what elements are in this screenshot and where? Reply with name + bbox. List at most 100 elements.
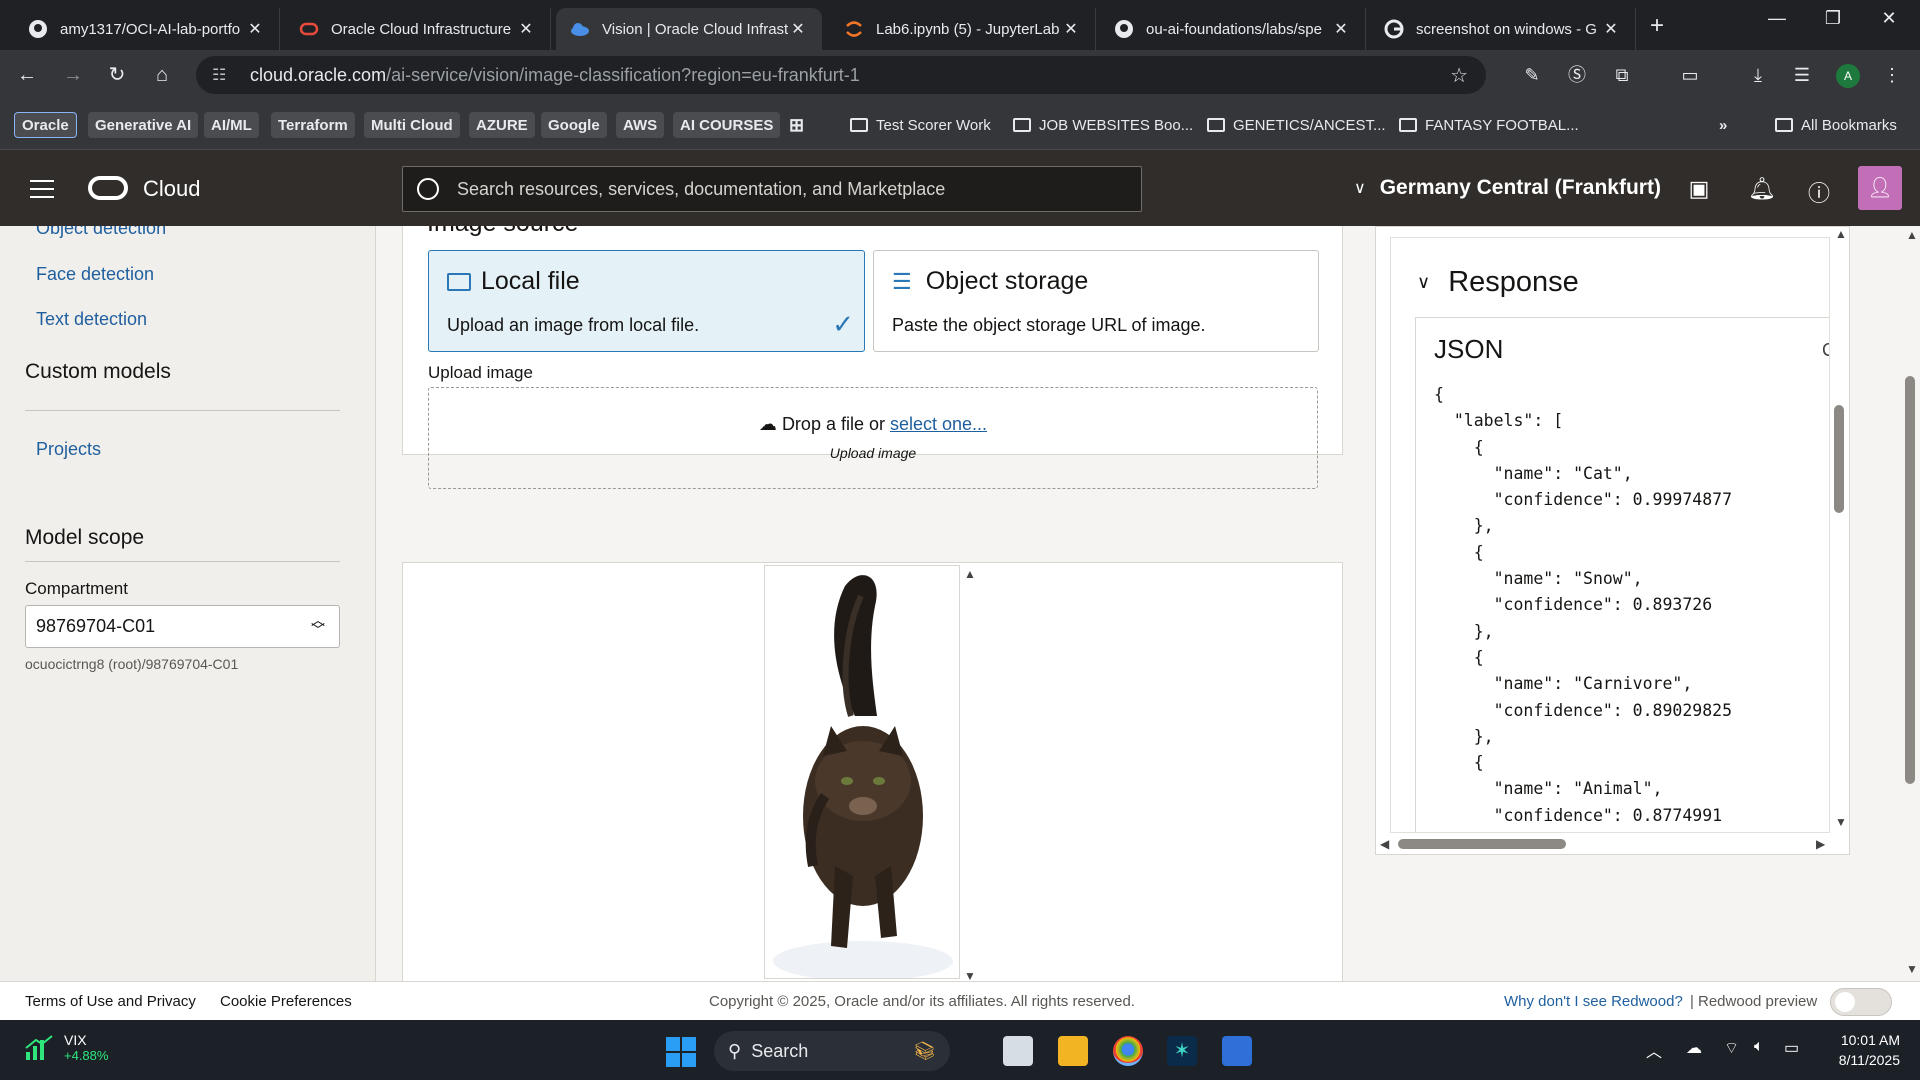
notepad-taskbar-icon[interactable] xyxy=(1222,1036,1252,1066)
app-taskbar-icon[interactable]: ✶ xyxy=(1167,1036,1197,1066)
bookmark-ai-ml[interactable]: AI/ML xyxy=(204,112,259,138)
scroll-up-arrow-icon[interactable]: ▲ xyxy=(1835,227,1847,241)
page-scroll-up-icon[interactable]: ▲ xyxy=(1906,228,1918,242)
browser-tab[interactable]: Lab6.ipynb (5) - JupyterLab ✕ xyxy=(830,8,1096,50)
menu-kebab-icon[interactable]: ⋮ xyxy=(1880,63,1904,87)
taskbar-clock[interactable]: 10:01 AM 8/11/2025 xyxy=(1822,1030,1900,1070)
extensions-puzzle-icon[interactable]: ⧉ xyxy=(1610,63,1634,87)
bookmark-aws[interactable]: AWS xyxy=(616,112,665,138)
bookmark-oracle[interactable]: Oracle xyxy=(14,112,77,138)
back-icon[interactable]: ← xyxy=(14,62,40,88)
oracle-logo-icon[interactable] xyxy=(88,176,128,200)
apps-grid-icon[interactable]: ⊞ xyxy=(782,112,811,138)
sidebar-link-object-detection[interactable]: Object detection xyxy=(36,226,166,239)
page-scrollbar[interactable] xyxy=(1905,376,1915,784)
browser-tab-active[interactable]: Vision | Oracle Cloud Infrast ✕ xyxy=(556,8,822,50)
cast-icon[interactable]: ▭ xyxy=(1678,63,1702,87)
close-icon[interactable]: ✕ xyxy=(1331,19,1351,39)
bookmark-star-icon[interactable]: ☆ xyxy=(1450,63,1468,88)
browser-tab[interactable]: ou-ai-foundations/labs/spe ✕ xyxy=(1100,8,1366,50)
select-file-link[interactable]: select one... xyxy=(890,414,987,434)
battery-icon[interactable]: ▭ xyxy=(1784,1038,1799,1058)
bookmark-ai-courses[interactable]: AI COURSES xyxy=(673,112,781,138)
windows-start-icon[interactable] xyxy=(666,1037,696,1067)
volume-icon[interactable]: 🔈︎ xyxy=(1754,1038,1764,1056)
task-view-icon[interactable] xyxy=(1003,1036,1033,1066)
scroll-left-arrow-icon[interactable]: ◀ xyxy=(1380,837,1389,851)
scroll-down-arrow-icon[interactable]: ▼ xyxy=(1835,815,1847,829)
stock-widget[interactable]: VIX +4.88% xyxy=(64,1032,108,1063)
terms-link[interactable]: Terms of Use and Privacy xyxy=(25,993,196,1010)
local-file-option[interactable]: Local file Upload an image from local fi… xyxy=(428,250,865,352)
bookmarks-overflow-icon[interactable]: » xyxy=(1712,112,1734,138)
media-queue-icon[interactable]: ☰ xyxy=(1790,63,1814,87)
wifi-icon[interactable]: ⌔ xyxy=(1724,1038,1739,1058)
scroll-up-arrow-icon[interactable]: ▲ xyxy=(964,567,976,581)
site-settings-icon[interactable]: ☷ xyxy=(212,65,236,85)
address-bar[interactable]: ☷ cloud.oracle.com/ai-service/vision/ima… xyxy=(196,56,1486,94)
download-icon[interactable]: ⤓ xyxy=(1746,63,1770,87)
bookmark-folder[interactable]: JOB WEBSITES Boo... xyxy=(1006,112,1200,138)
horizontal-scrollbar[interactable] xyxy=(1398,839,1566,849)
oracle-icon xyxy=(299,19,319,39)
redwood-preview-toggle[interactable] xyxy=(1830,988,1892,1016)
help-icon[interactable]: ⓘ xyxy=(1806,176,1832,208)
copy-icon[interactable]: C xyxy=(1822,340,1829,361)
close-icon[interactable]: ✕ xyxy=(788,19,808,39)
browser-tab[interactable]: Oracle Cloud Infrastructure ✕ xyxy=(285,8,551,50)
cookie-preferences-link[interactable]: Cookie Preferences xyxy=(220,993,352,1010)
vertical-scrollbar[interactable] xyxy=(1834,405,1844,513)
close-icon[interactable]: ✕ xyxy=(1601,19,1621,39)
cloud-shell-icon[interactable]: ▣ xyxy=(1686,176,1712,202)
page-scroll-down-icon[interactable]: ▼ xyxy=(1906,962,1918,976)
extension-s-icon[interactable]: Ⓢ xyxy=(1565,63,1589,87)
browser-tab[interactable]: amy1317/OCI-AI-lab-portfo ✕ xyxy=(14,8,280,50)
all-bookmarks[interactable]: All Bookmarks xyxy=(1768,112,1904,138)
forward-icon[interactable]: → xyxy=(60,62,86,88)
scroll-down-arrow-icon[interactable]: ▼ xyxy=(964,969,976,981)
close-icon[interactable]: ✕ xyxy=(1061,19,1081,39)
bookmark-folder[interactable]: Test Scorer Work xyxy=(843,112,998,138)
folder-icon xyxy=(1013,118,1031,132)
close-icon[interactable]: ✕ xyxy=(245,19,265,39)
sidebar-link-text-detection[interactable]: Text detection xyxy=(36,309,147,330)
taskbar-search[interactable]: ⚲ Search 📚︎ xyxy=(714,1031,950,1071)
hamburger-menu-icon[interactable] xyxy=(30,180,54,204)
sidebar-link-projects[interactable]: Projects xyxy=(36,439,101,460)
file-explorer-icon[interactable] xyxy=(1058,1036,1088,1066)
user-avatar-icon[interactable]: 👤︎ xyxy=(1858,166,1902,210)
brand-label[interactable]: Cloud xyxy=(143,176,200,202)
search-input[interactable]: Search resources, services, documentatio… xyxy=(402,166,1142,212)
restore-icon[interactable]: ❐ xyxy=(1818,8,1848,29)
why-redwood-link[interactable]: Why don't I see Redwood? xyxy=(1504,993,1683,1010)
browser-tab[interactable]: screenshot on windows - G ✕ xyxy=(1370,8,1636,50)
window-close-icon[interactable]: ✕ xyxy=(1874,8,1904,29)
compartment-select[interactable]: 98769704-C01 ︿ ﹀ xyxy=(25,605,340,648)
minimize-icon[interactable]: — xyxy=(1762,8,1792,29)
response-header[interactable]: ∨ Response xyxy=(1417,266,1579,299)
bookmark-terraform[interactable]: Terraform xyxy=(271,112,355,138)
chrome-taskbar-icon[interactable] xyxy=(1113,1036,1143,1066)
sidebar-link-face-detection[interactable]: Face detection xyxy=(36,264,154,285)
region-selector[interactable]: ∨ Germany Central (Frankfurt) xyxy=(1354,176,1661,200)
new-tab-icon[interactable]: + xyxy=(1650,12,1664,40)
bookmark-azure[interactable]: AZURE xyxy=(469,112,535,138)
profile-avatar[interactable]: A xyxy=(1836,64,1860,88)
stock-chart-icon[interactable] xyxy=(24,1034,54,1067)
bookmark-folder[interactable]: GENETICS/ANCEST... xyxy=(1200,112,1393,138)
notifications-bell-icon[interactable]: 🔔︎ xyxy=(1748,176,1776,202)
object-storage-option[interactable]: ☰ Object storage Paste the object storage… xyxy=(873,250,1319,352)
search-placeholder: Search resources, services, documentatio… xyxy=(457,178,946,199)
close-icon[interactable]: ✕ xyxy=(516,19,536,39)
bookmark-google[interactable]: Google xyxy=(541,112,607,138)
file-dropzone[interactable]: ☁︎ Drop a file or select one... Upload i… xyxy=(428,387,1318,489)
scroll-right-arrow-icon[interactable]: ▶ xyxy=(1816,837,1825,851)
onedrive-cloud-icon[interactable]: ☁︎ xyxy=(1686,1038,1702,1058)
bookmark-generative-ai[interactable]: Generative AI xyxy=(88,112,199,138)
bookmark-multi-cloud[interactable]: Multi Cloud xyxy=(364,112,460,138)
reload-icon[interactable]: ↻ xyxy=(104,62,130,88)
extension-feather-icon[interactable]: ✎ xyxy=(1520,63,1544,87)
home-icon[interactable]: ⌂ xyxy=(149,62,175,88)
tray-chevron-up-icon[interactable]: ︿ xyxy=(1646,1038,1662,1062)
bookmark-folder[interactable]: FANTASY FOOTBAL... xyxy=(1392,112,1586,138)
